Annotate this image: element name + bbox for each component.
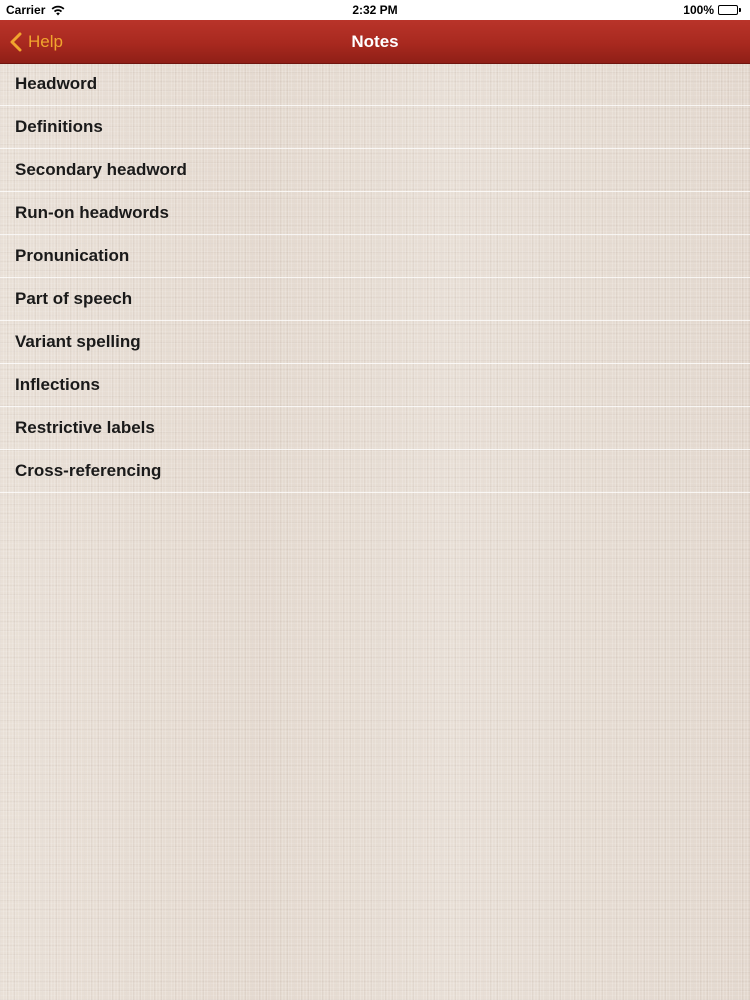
list-item-label: Pronunication bbox=[15, 246, 130, 265]
list-item-cross-referencing[interactable]: Cross-referencing bbox=[0, 450, 750, 493]
list-item-inflections[interactable]: Inflections bbox=[0, 364, 750, 407]
back-button[interactable]: Help bbox=[10, 20, 63, 63]
list-item-variant-spelling[interactable]: Variant spelling bbox=[0, 321, 750, 364]
status-right: 100% bbox=[683, 3, 742, 17]
list-item-definitions[interactable]: Definitions bbox=[0, 106, 750, 149]
list-item-label: Headword bbox=[15, 74, 98, 93]
chevron-left-icon bbox=[10, 32, 22, 52]
list-item-label: Secondary headword bbox=[15, 160, 187, 179]
clock-label: 2:32 PM bbox=[352, 3, 398, 17]
list-item-headword[interactable]: Headword bbox=[0, 63, 750, 106]
status-bar: Carrier 2:32 PM 100% bbox=[0, 0, 750, 20]
list-item-label: Inflections bbox=[15, 375, 101, 394]
navigation-bar: Help Notes bbox=[0, 20, 750, 64]
battery-percent-label: 100% bbox=[683, 3, 714, 17]
list-item-label: Cross-referencing bbox=[15, 461, 162, 480]
list-item-label: Variant spelling bbox=[15, 332, 141, 351]
battery-icon bbox=[718, 4, 742, 16]
list-item-restrictive-labels[interactable]: Restrictive labels bbox=[0, 407, 750, 450]
list-item-label: Restrictive labels bbox=[15, 418, 155, 437]
list-item-secondary-headword[interactable]: Secondary headword bbox=[0, 149, 750, 192]
list-item-label: Definitions bbox=[15, 117, 103, 136]
notes-list: Headword Definitions Secondary headword … bbox=[0, 63, 750, 493]
list-item-pronunciation[interactable]: Pronunication bbox=[0, 235, 750, 278]
list-item-label: Run-on headwords bbox=[15, 203, 169, 222]
page-title: Notes bbox=[351, 32, 399, 51]
list-item-run-on-headwords[interactable]: Run-on headwords bbox=[0, 192, 750, 235]
back-button-label: Help bbox=[28, 31, 63, 51]
list-item-label: Part of speech bbox=[15, 289, 133, 308]
list-item-part-of-speech[interactable]: Part of speech bbox=[0, 278, 750, 321]
